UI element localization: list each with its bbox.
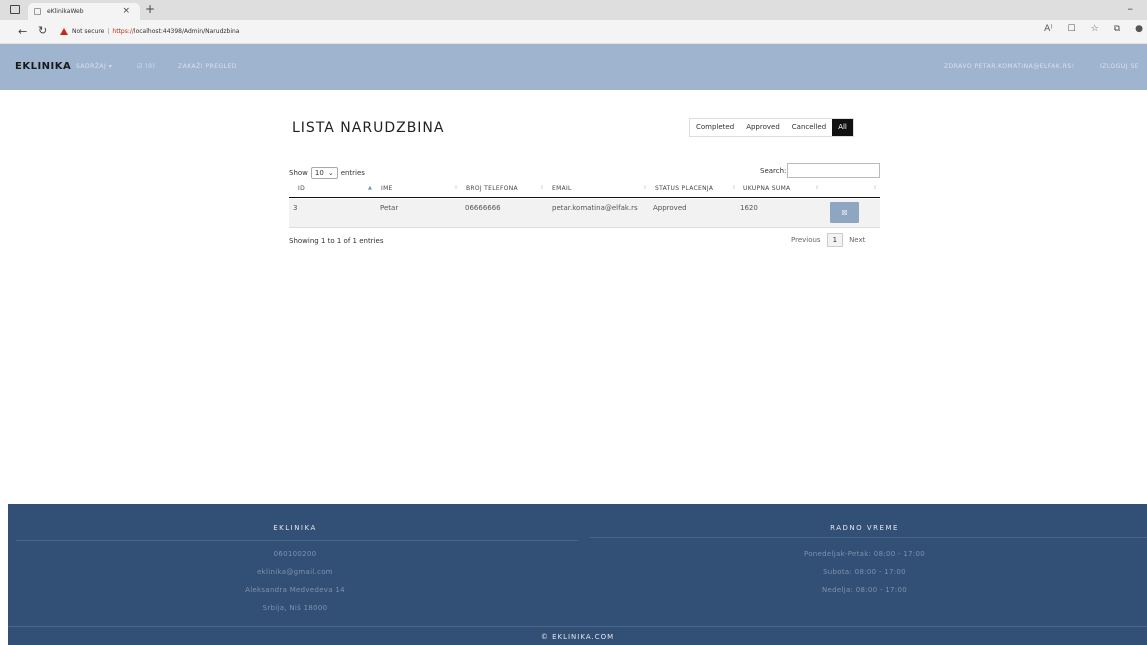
cell-telefon: 06666666 — [465, 204, 501, 212]
back-arrow-icon[interactable]: ← — [18, 25, 27, 38]
sort-icon[interactable]: ⇕ — [643, 185, 647, 191]
browser-toolbar: A⁾ ☐ ☆ ⧉ ● — [1044, 24, 1147, 34]
search-label: Search: — [760, 167, 787, 175]
sort-icon[interactable]: ⇕ — [873, 185, 877, 191]
collections-icon[interactable]: ⧉ — [1114, 24, 1120, 34]
url-path: localhost:44398/Admin/Narudzbina — [133, 27, 240, 35]
chevron-down-icon: ⌄ — [327, 169, 334, 177]
favorites-icon[interactable]: ☆ — [1091, 24, 1099, 34]
site-footer: EKLINIKA 060100200 eklinika@gmail.com Al… — [8, 504, 1147, 645]
cell-id: 3 — [293, 204, 298, 212]
footer-divider — [590, 537, 1147, 538]
pagination: Previous 1 Next — [785, 233, 871, 247]
window-menu-icon[interactable] — [10, 5, 20, 14]
nav-logout[interactable]: IZLOGUJ SE — [1100, 63, 1139, 70]
table-row: 3 Petar 06666666 petar.komatina@elfak.rs… — [289, 199, 880, 228]
footer-divider — [16, 540, 578, 541]
sort-icon[interactable]: ⇕ — [732, 185, 736, 191]
col-id[interactable]: ID — [298, 185, 305, 192]
footer-copyright: © EKLINIKA.COM — [540, 633, 615, 641]
cell-email: petar.komatina@elfak.rs — [552, 204, 638, 212]
table-header: ID ▲ IME ⇕ BROJ TELEFONA ⇕ EMAIL ⇕ STATU… — [289, 180, 880, 198]
footer-address: Aleksandra Medvedeva 14 — [245, 586, 345, 594]
footer-phone: 060100200 — [273, 550, 317, 558]
edit-button[interactable]: ☒ — [830, 202, 859, 223]
show-label: Show — [289, 169, 308, 177]
footer-brand-title: EKLINIKA — [273, 524, 317, 532]
sort-icon[interactable]: ⇕ — [540, 185, 544, 191]
sort-icon[interactable]: ⇕ — [815, 185, 819, 191]
cell-suma: 1620 — [740, 204, 758, 212]
cell-ime: Petar — [380, 204, 399, 212]
sort-asc-icon[interactable]: ▲ — [368, 185, 372, 191]
filter-all[interactable]: All — [832, 119, 853, 136]
pagination-previous[interactable]: Previous — [791, 236, 821, 244]
browser-tab[interactable]: eKlinikaWeb × — [28, 3, 140, 20]
col-ukupna-suma[interactable]: UKUPNA SUMA — [743, 185, 790, 192]
favicon-icon — [34, 8, 41, 15]
minimize-button[interactable]: – — [1128, 2, 1134, 15]
new-tab-button[interactable]: + — [145, 2, 155, 16]
nav-cart[interactable]: ☑ (0) — [137, 63, 155, 70]
footer-email: eklinika@gmail.com — [257, 568, 333, 576]
search-input[interactable] — [787, 163, 880, 178]
filter-cancelled[interactable]: Cancelled — [786, 119, 832, 136]
sort-icon[interactable]: ⇕ — [454, 185, 458, 191]
url-separator: | — [107, 27, 110, 35]
col-status-placenja[interactable]: STATUS PLACENJA — [655, 185, 713, 192]
nav-sadrzaj-dropdown[interactable]: SADRŽAJ ▾ — [76, 63, 112, 70]
nav-user-greeting[interactable]: ZDRAVO PETAR.KOMATINA@ELFAK.RS! — [944, 63, 1075, 70]
footer-city: Srbija, Niš 18000 — [262, 604, 328, 612]
entries-select-value: 10 — [314, 169, 324, 177]
pagination-next[interactable]: Next — [849, 236, 865, 244]
not-secure-label: Not secure — [72, 27, 105, 35]
col-broj-telefona[interactable]: BROJ TELEFONA — [466, 185, 518, 192]
app-navbar: EKLINIKA SADRŽAJ ▾ ☑ (0) ZAKAŽI PREGLED … — [0, 44, 1147, 90]
footer-hours-weekday: Ponedeljak-Petak: 08:00 - 17:00 — [803, 550, 926, 558]
browser-tabstrip: eKlinikaWeb × + – — [0, 0, 1147, 20]
col-ime[interactable]: IME — [381, 185, 393, 192]
profile-icon[interactable]: ● — [1135, 24, 1143, 34]
read-aloud-icon[interactable]: A⁾ — [1044, 24, 1052, 34]
close-tab-icon[interactable]: × — [122, 6, 130, 16]
table-info: Showing 1 to 1 of 1 entries — [289, 237, 384, 245]
url-field[interactable]: Not secure | https:// localhost:44398/Ad… — [60, 25, 239, 37]
reload-icon[interactable]: ↻ — [38, 24, 47, 37]
brand-logo[interactable]: EKLINIKA — [15, 61, 71, 72]
warning-icon — [60, 27, 68, 35]
filter-approved[interactable]: Approved — [740, 119, 786, 136]
entries-select[interactable]: 10 ⌄ — [310, 167, 338, 179]
footer-bottom-divider — [8, 626, 1147, 627]
address-bar: ← ↻ Not secure | https:// localhost:4439… — [0, 20, 1147, 44]
edit-icon: ☒ — [841, 208, 848, 217]
page-title: LISTA NARUDZBINA — [292, 120, 445, 136]
pagination-page-1[interactable]: 1 — [826, 233, 844, 247]
filter-completed[interactable]: Completed — [690, 119, 740, 136]
footer-hours-sunday: Nedelja: 08:00 - 17:00 — [822, 586, 907, 594]
col-email[interactable]: EMAIL — [552, 185, 572, 192]
footer-hours-saturday: Subota: 08:00 - 17:00 — [823, 568, 906, 576]
url-scheme: https:// — [112, 27, 134, 35]
tab-title: eKlinikaWeb — [47, 8, 84, 15]
tab-actions-icon[interactable]: ☐ — [1068, 24, 1076, 34]
status-filter-group: Completed Approved Cancelled All — [689, 118, 854, 137]
entries-label: entries — [340, 169, 365, 177]
length-control: Show 10 ⌄ entries — [289, 167, 365, 179]
cell-status: Approved — [653, 204, 687, 212]
footer-hours-title: RADNO VREME — [830, 524, 899, 532]
nav-zakazi-pregled[interactable]: ZAKAŽI PREGLED — [178, 63, 237, 70]
